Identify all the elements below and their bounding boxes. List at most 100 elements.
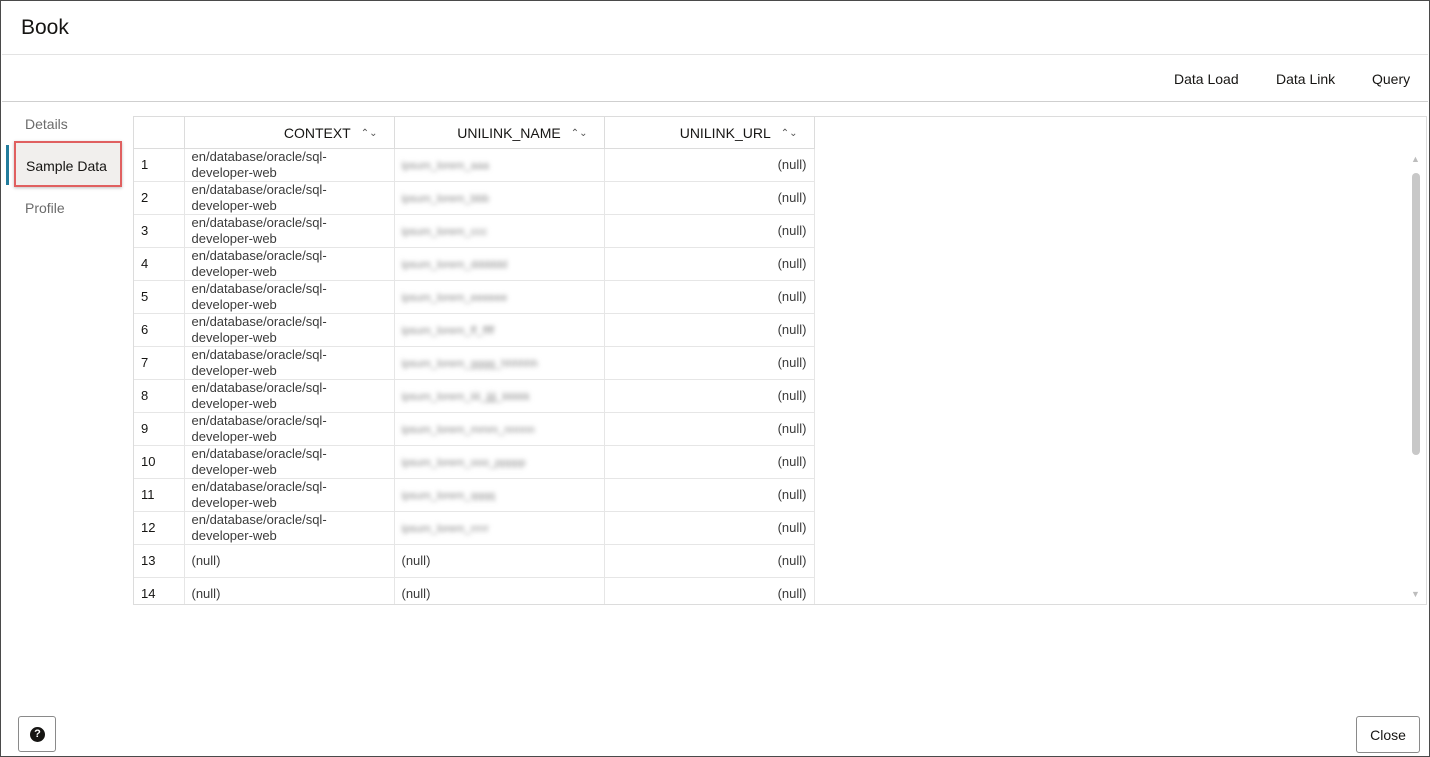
table-row[interactable]: 13 (null) (null) (null): [134, 544, 815, 578]
cell-context[interactable]: (null): [184, 577, 395, 604]
cell-unilink-url[interactable]: (null): [604, 445, 815, 479]
cell-unilink-name[interactable]: ipsum_lorem_gggg_hhhhhh: [394, 346, 605, 380]
header-divider: [2, 54, 1428, 55]
cell-unilink-url[interactable]: (null): [604, 544, 815, 578]
cell-unilink-url[interactable]: (null): [604, 412, 815, 446]
row-number: 9: [134, 412, 185, 446]
row-number: 5: [134, 280, 185, 314]
row-number: 11: [134, 478, 185, 512]
cell-unilink-name[interactable]: ipsum_lorem_qqqq: [394, 478, 605, 512]
cell-unilink-url[interactable]: (null): [604, 313, 815, 347]
table-row[interactable]: 8 en/database/oracle/sql-developer-web ips…: [134, 379, 815, 413]
cell-unilink-name[interactable]: ipsum_lorem_ccc: [394, 214, 605, 248]
cell-unilink-name[interactable]: ipsum_lorem_ff_ffff: [394, 313, 605, 347]
row-number: 1: [134, 148, 185, 182]
cell-context[interactable]: en/database/oracle/sql-developer-web: [184, 247, 395, 281]
column-header-context[interactable]: CONTEXT ⌃⌄: [184, 117, 395, 149]
cell-context[interactable]: en/database/oracle/sql-developer-web: [184, 148, 395, 182]
cell-context[interactable]: en/database/oracle/sql-developer-web: [184, 280, 395, 314]
cell-unilink-name[interactable]: ipsum_lorem_aaa: [394, 148, 605, 182]
cell-context[interactable]: en/database/oracle/sql-developer-web: [184, 346, 395, 380]
scroll-up-arrow-icon[interactable]: ▲: [1411, 155, 1420, 164]
blurred-value: ipsum_lorem_ooo_ppppp: [401, 456, 526, 469]
row-number: 12: [134, 511, 185, 545]
cell-unilink-name[interactable]: ipsum_lorem_mmm_nnnnn: [394, 412, 605, 446]
query-button[interactable]: Query: [1372, 71, 1410, 87]
cell-unilink-name[interactable]: ipsum_lorem_eeeeee: [394, 280, 605, 314]
table-row[interactable]: 5 en/database/oracle/sql-developer-web ips…: [134, 280, 815, 314]
dialog: Book Data Load Data Link Query Details S…: [0, 0, 1430, 757]
cell-context[interactable]: en/database/oracle/sql-developer-web: [184, 313, 395, 347]
cell-unilink-url[interactable]: (null): [604, 577, 815, 604]
table-row[interactable]: 1 en/database/oracle/sql-developer-web ips…: [134, 148, 815, 182]
table-row[interactable]: 10 en/database/oracle/sql-developer-web ip…: [134, 445, 815, 479]
cell-unilink-name[interactable]: (null): [394, 577, 605, 604]
row-number: 10: [134, 445, 185, 479]
scroll-thumb[interactable]: [1412, 173, 1420, 455]
cell-unilink-url[interactable]: (null): [604, 148, 815, 182]
table-row[interactable]: 2 en/database/oracle/sql-developer-web ips…: [134, 181, 815, 215]
cell-unilink-name[interactable]: ipsum_lorem_rrrrr: [394, 511, 605, 545]
table-row[interactable]: 6 en/database/oracle/sql-developer-web ips…: [134, 313, 815, 347]
blurred-value: ipsum_lorem_rrrrr: [401, 522, 489, 535]
cell-unilink-url[interactable]: (null): [604, 247, 815, 281]
cell-context[interactable]: en/database/oracle/sql-developer-web: [184, 445, 395, 479]
cell-unilink-url[interactable]: (null): [604, 511, 815, 545]
cell-unilink-name[interactable]: ipsum_lorem_bbb: [394, 181, 605, 215]
row-number: 13: [134, 544, 185, 578]
row-number: 2: [134, 181, 185, 215]
cell-unilink-url[interactable]: (null): [604, 181, 815, 215]
data-link-button[interactable]: Data Link: [1276, 71, 1335, 87]
blurred-value: ipsum_lorem_bbb: [401, 192, 489, 205]
column-header-unilink-url[interactable]: UNILINK_URL ⌃⌄: [604, 117, 815, 149]
cell-unilink-name[interactable]: ipsum_lorem_ooo_ppppp: [394, 445, 605, 479]
data-load-button[interactable]: Data Load: [1174, 71, 1239, 87]
cell-context[interactable]: en/database/oracle/sql-developer-web: [184, 379, 395, 413]
table-row[interactable]: 7 en/database/oracle/sql-developer-web ips…: [134, 346, 815, 380]
cell-unilink-name[interactable]: (null): [394, 544, 605, 578]
table-row[interactable]: 14 (null) (null) (null): [134, 577, 815, 604]
close-button[interactable]: Close: [1356, 716, 1420, 753]
table-row[interactable]: 3 en/database/oracle/sql-developer-web ips…: [134, 214, 815, 248]
table-row[interactable]: 9 en/database/oracle/sql-developer-web ips…: [134, 412, 815, 446]
cell-context[interactable]: en/database/oracle/sql-developer-web: [184, 214, 395, 248]
row-number: 7: [134, 346, 185, 380]
sidebar-item-sample-data[interactable]: Sample Data: [14, 141, 122, 187]
table-header-row: CONTEXT ⌃⌄ UNILINK_NAME ⌃⌄ UNILINK_URL ⌃⌄: [134, 117, 815, 149]
blurred-value: ipsum_lorem_gggg_hhhhhh: [401, 357, 538, 370]
dialog-title: Book: [21, 16, 69, 39]
cell-context[interactable]: en/database/oracle/sql-developer-web: [184, 478, 395, 512]
scroll-down-arrow-icon[interactable]: ▼: [1411, 590, 1420, 599]
column-header-unilink-name[interactable]: UNILINK_NAME ⌃⌄: [394, 117, 605, 149]
blurred-value: ipsum_lorem_ff_ffff: [401, 324, 495, 337]
table-row[interactable]: 12 en/database/oracle/sql-developer-web ip…: [134, 511, 815, 545]
cell-unilink-name[interactable]: ipsum_lorem_dddddd: [394, 247, 605, 281]
sort-icon[interactable]: ⌃⌄: [361, 128, 378, 139]
table-row[interactable]: 11 en/database/oracle/sql-developer-web ip…: [134, 478, 815, 512]
cell-context[interactable]: en/database/oracle/sql-developer-web: [184, 412, 395, 446]
blurred-value: ipsum_lorem_qqqq: [401, 489, 496, 502]
row-number-header: [134, 117, 185, 149]
cell-unilink-name[interactable]: ipsum_lorem_iiii_jjjj_kkkkk: [394, 379, 605, 413]
cell-context[interactable]: (null): [184, 544, 395, 578]
cell-context[interactable]: en/database/oracle/sql-developer-web: [184, 181, 395, 215]
column-header-label: UNILINK_URL: [679, 124, 771, 141]
sidebar-item-profile[interactable]: Profile: [25, 200, 65, 216]
toolbar-divider: [2, 101, 1428, 102]
sort-icon[interactable]: ⌃⌄: [781, 128, 798, 139]
row-number: 8: [134, 379, 185, 413]
cell-unilink-url[interactable]: (null): [604, 214, 815, 248]
help-button[interactable]: ?: [18, 716, 56, 752]
cell-unilink-url[interactable]: (null): [604, 346, 815, 380]
cell-unilink-url[interactable]: (null): [604, 478, 815, 512]
blurred-value: ipsum_lorem_ccc: [401, 225, 488, 238]
data-table: CONTEXT ⌃⌄ UNILINK_NAME ⌃⌄ UNILINK_URL ⌃⌄ 1…: [134, 117, 815, 604]
cell-context[interactable]: en/database/oracle/sql-developer-web: [184, 511, 395, 545]
blurred-value: ipsum_lorem_aaa: [401, 159, 489, 172]
table-row[interactable]: 4 en/database/oracle/sql-developer-web ips…: [134, 247, 815, 281]
sidebar-item-details[interactable]: Details: [25, 116, 68, 132]
cell-unilink-url[interactable]: (null): [604, 280, 815, 314]
grid-vertical-scrollbar[interactable]: ▲ ▼: [1409, 151, 1421, 601]
sort-icon[interactable]: ⌃⌄: [571, 128, 588, 139]
cell-unilink-url[interactable]: (null): [604, 379, 815, 413]
